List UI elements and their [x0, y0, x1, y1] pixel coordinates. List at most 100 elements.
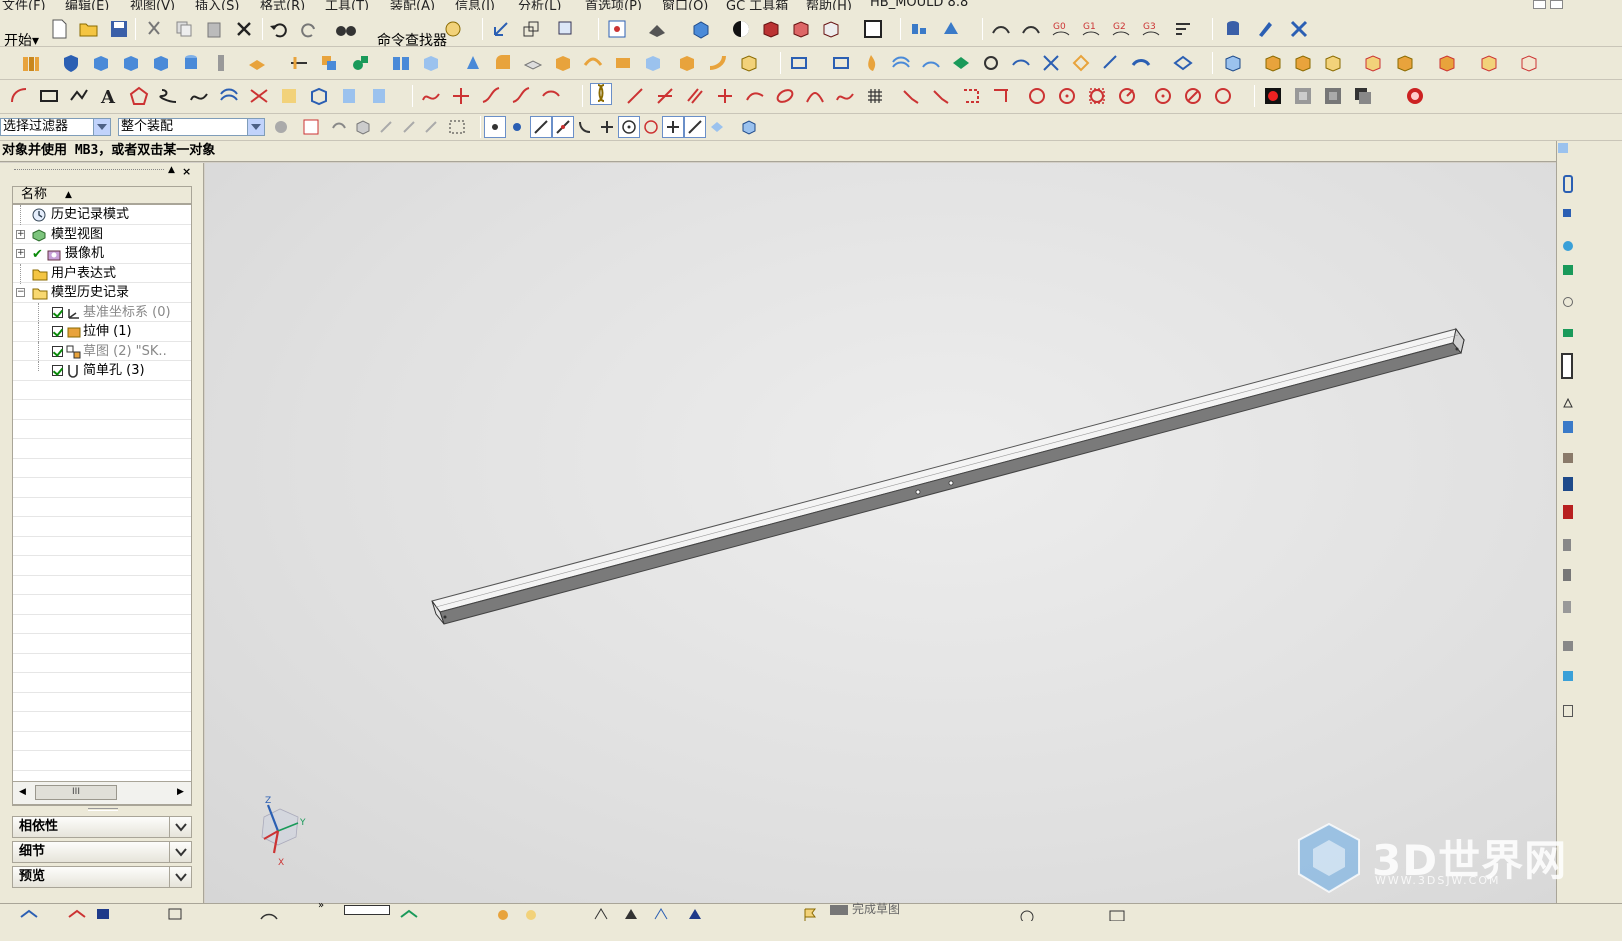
project-curve-icon[interactable]: [248, 85, 270, 107]
rectangle-plane-icon[interactable]: [830, 52, 852, 74]
dimension-vertical-icon[interactable]: [620, 903, 642, 925]
snap-quadrant-icon[interactable]: [640, 116, 662, 138]
books-icon[interactable]: [20, 52, 42, 74]
snap-line-icon[interactable]: [530, 116, 552, 138]
tree-node-model-views[interactable]: + 模型视图: [13, 225, 191, 244]
perpendicular-icon[interactable]: [714, 85, 736, 107]
snap-arc-icon[interactable]: [574, 116, 596, 138]
column-header-name[interactable]: 名称 ▲: [12, 186, 192, 204]
wireframe-box-icon[interactable]: [788, 52, 810, 74]
panel-grip[interactable]: [14, 169, 164, 170]
profile-icon[interactable]: [654, 85, 676, 107]
tree-node-model-history[interactable]: − 模型历史记录: [13, 283, 191, 303]
chamfer-icon[interactable]: [522, 52, 544, 74]
snap-midpoint-icon[interactable]: [552, 116, 574, 138]
section-curve-icon[interactable]: [338, 85, 360, 107]
expand-icon[interactable]: +: [16, 249, 25, 258]
text-icon[interactable]: A: [98, 85, 120, 107]
menu-tools[interactable]: 工具(T): [325, 0, 369, 10]
fit-view-icon[interactable]: [606, 18, 628, 40]
menu-assembly[interactable]: 装配(A): [390, 0, 435, 10]
sheet-pattern-icon[interactable]: [1172, 52, 1194, 74]
graphics-window[interactable]: Z Y X: [205, 163, 1556, 903]
trim-sheet-icon[interactable]: [1040, 52, 1062, 74]
sequence-icon[interactable]: [1518, 52, 1540, 74]
surface-analysis-icon[interactable]: [990, 18, 1012, 40]
rib-icon[interactable]: [612, 52, 634, 74]
curve-edit-icon[interactable]: [420, 85, 442, 107]
visibility-checkbox[interactable]: [52, 326, 63, 337]
minimize-button[interactable]: [1533, 0, 1546, 9]
pen-icon[interactable]: [1254, 18, 1276, 40]
splitter-grip[interactable]: [88, 808, 118, 811]
revolve-icon[interactable]: [120, 52, 142, 74]
g3-icon[interactable]: G3: [1140, 18, 1162, 40]
move-object-icon[interactable]: [520, 18, 542, 40]
history-tab-icon[interactable]: [1561, 353, 1573, 379]
circle-center-icon[interactable]: [1056, 85, 1078, 107]
surface-mesh-icon[interactable]: [890, 52, 912, 74]
scroll-thumb[interactable]: III: [35, 785, 117, 800]
hole-marker[interactable]: [948, 480, 954, 486]
g2-icon[interactable]: G2: [1110, 18, 1132, 40]
sync-tab-icon[interactable]: [1563, 671, 1573, 681]
block-section-icon[interactable]: [820, 18, 842, 40]
line-icon[interactable]: [624, 85, 646, 107]
extrude-icon[interactable]: [90, 52, 112, 74]
model-tube[interactable]: [205, 163, 1556, 903]
auto-constrain-icon[interactable]: [520, 903, 542, 925]
system-materials-tab-icon[interactable]: [1563, 397, 1573, 408]
visibility-checkbox[interactable]: [52, 365, 63, 376]
unite-icon[interactable]: [318, 52, 340, 74]
copy-icon[interactable]: [173, 18, 195, 40]
tree-node-extrude[interactable]: 拉伸 (1): [13, 322, 191, 342]
dependencies-panel-header[interactable]: 相依性: [12, 816, 192, 838]
details-panel-header[interactable]: 细节: [12, 841, 192, 863]
offset-face-icon[interactable]: [420, 52, 442, 74]
snap-center-icon[interactable]: [618, 116, 640, 138]
component-add-icon[interactable]: [1222, 52, 1244, 74]
assembly-navigator-tab-icon[interactable]: [1563, 175, 1573, 193]
move-component-icon[interactable]: [1394, 52, 1416, 74]
component-array-icon[interactable]: [1292, 52, 1314, 74]
hole-marker[interactable]: [915, 489, 921, 495]
info-tab-icon[interactable]: [1563, 705, 1573, 717]
shield-icon[interactable]: [60, 52, 82, 74]
visibility-checkbox[interactable]: [52, 306, 63, 318]
menu-window[interactable]: 窗口(O): [662, 0, 708, 10]
parallel-lines-icon[interactable]: [684, 85, 706, 107]
reattach-icon[interactable]: [66, 903, 88, 925]
flag-icon[interactable]: [92, 903, 114, 925]
wcs-icon[interactable]: [490, 18, 512, 40]
binoculars-icon[interactable]: [335, 18, 357, 40]
spline-icon[interactable]: [188, 85, 210, 107]
shaded-sphere-icon[interactable]: [730, 18, 752, 40]
dimension-angle-icon[interactable]: [684, 903, 706, 925]
law-extension-icon[interactable]: [1010, 52, 1032, 74]
system-scenes-tab-icon[interactable]: [1563, 505, 1573, 519]
tree-node-datum-csys[interactable]: 基准坐标系 (0): [13, 302, 191, 323]
point-circle-icon[interactable]: [1152, 85, 1174, 107]
book-open-icon[interactable]: [390, 52, 412, 74]
manufacturing-wizard-tab-icon[interactable]: [1563, 453, 1573, 463]
snap-existing-icon[interactable]: [662, 116, 684, 138]
ellipse-icon[interactable]: [774, 85, 796, 107]
menu-info[interactable]: 信息(I): [455, 0, 495, 10]
flame-icon[interactable]: [860, 52, 882, 74]
scroll-left-icon[interactable]: ◀: [19, 787, 26, 797]
expand-icon[interactable]: +: [16, 229, 25, 239]
offset-curve-icon[interactable]: [218, 85, 240, 107]
toolbar-handle[interactable]: [1558, 143, 1568, 153]
collapse-icon[interactable]: −: [16, 288, 25, 297]
record-icon[interactable]: [1262, 85, 1284, 107]
menu-hb-mould[interactable]: HB_MOULD 8.8: [870, 0, 968, 10]
sketch-mode-icon[interactable]: [590, 83, 612, 105]
hd3d-tab-icon[interactable]: [1563, 297, 1573, 307]
quick-trim-icon[interactable]: [900, 85, 922, 107]
menu-format[interactable]: 格式(R): [260, 0, 305, 10]
menu-file[interactable]: 文件(F): [2, 0, 46, 10]
scroll-right-icon[interactable]: ▶: [177, 787, 184, 797]
trim-body-icon[interactable]: [288, 52, 310, 74]
tree-node-sketch[interactable]: 草图 (2) "SK..: [13, 341, 191, 362]
solid-box-icon[interactable]: [676, 52, 698, 74]
